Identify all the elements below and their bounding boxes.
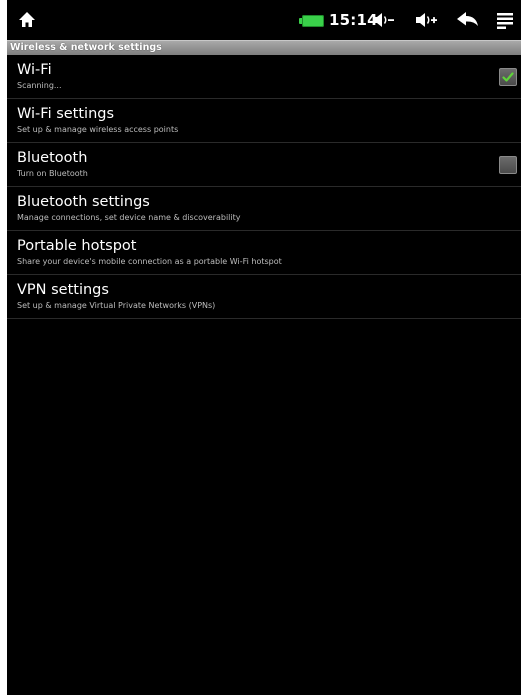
battery-icon — [299, 15, 324, 27]
setting-summary: Scanning... — [17, 81, 62, 90]
setting-summary: Share your device's mobile connection as… — [17, 257, 282, 266]
home-icon[interactable] — [17, 10, 37, 30]
wifi-checkbox[interactable] — [499, 68, 517, 86]
setting-summary: Set up & manage wireless access points — [17, 125, 179, 134]
portable-hotspot-item[interactable]: Portable hotspot Share your device's mob… — [7, 231, 521, 275]
settings-list: Wi-Fi Scanning... Wi-Fi settings Set up … — [7, 55, 521, 319]
setting-title: Wi-Fi settings — [17, 106, 115, 122]
setting-title: Portable hotspot — [17, 238, 137, 254]
bluetooth-checkbox[interactable] — [499, 156, 517, 174]
wifi-settings-item[interactable]: Wi-Fi settings Set up & manage wireless … — [7, 99, 521, 143]
setting-title: Wi-Fi — [17, 62, 52, 78]
bluetooth-settings-item[interactable]: Bluetooth settings Manage connections, s… — [7, 187, 521, 231]
status-bar: 15:14 — [7, 0, 521, 40]
vpn-settings-item[interactable]: VPN settings Set up & manage Virtual Pri… — [7, 275, 521, 319]
wifi-setting[interactable]: Wi-Fi Scanning... — [7, 55, 521, 99]
volume-up-icon[interactable] — [414, 10, 438, 30]
section-header: Wireless & network settings — [7, 40, 521, 55]
back-icon[interactable] — [456, 10, 480, 30]
setting-title: Bluetooth — [17, 150, 88, 166]
check-icon — [502, 72, 514, 82]
settings-screen: 15:14 Wireless & network settings Wi-Fi … — [7, 0, 521, 695]
setting-title: VPN settings — [17, 282, 109, 298]
setting-summary: Set up & manage Virtual Private Networks… — [17, 301, 216, 310]
setting-title: Bluetooth settings — [17, 194, 150, 210]
page-title: Wireless & network settings — [10, 42, 162, 53]
setting-summary: Manage connections, set device name & di… — [17, 213, 241, 222]
bluetooth-setting[interactable]: Bluetooth Turn on Bluetooth — [7, 143, 521, 187]
volume-down-icon[interactable] — [371, 10, 395, 30]
setting-summary: Turn on Bluetooth — [17, 169, 88, 178]
menu-icon[interactable] — [495, 10, 519, 30]
